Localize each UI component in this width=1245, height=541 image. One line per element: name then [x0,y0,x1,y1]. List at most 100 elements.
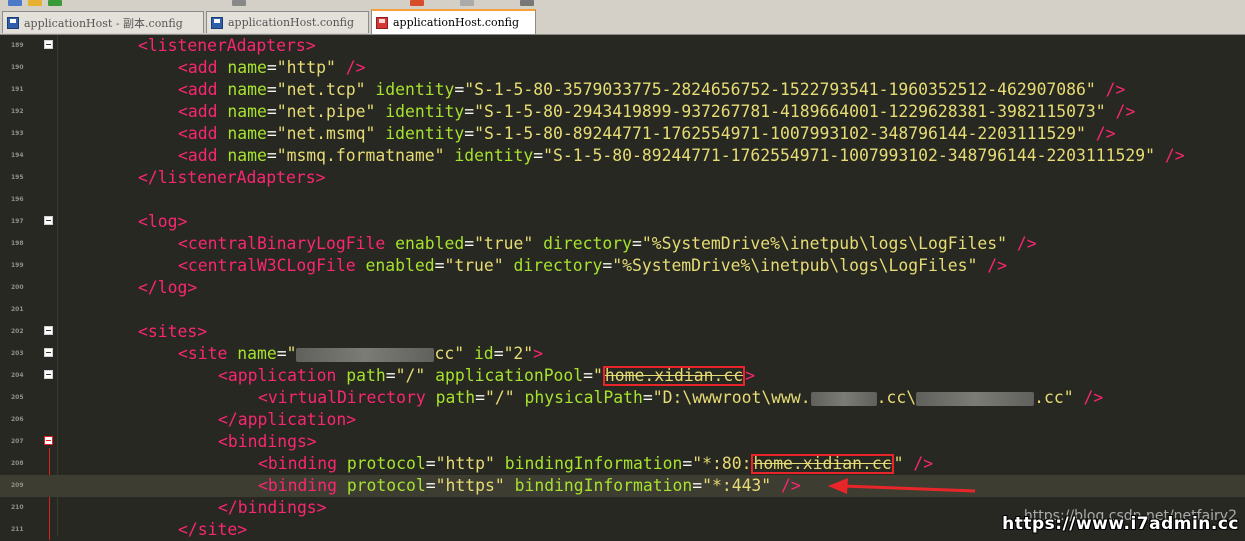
toolbar-button-icon[interactable] [48,0,62,6]
code-text: </site> [178,519,247,541]
xml-tag: <bindings> [218,432,317,451]
xml-attribute-name: name [227,80,267,99]
xml-punctuation: = [385,366,396,385]
xml-punctuation: = [464,124,475,143]
tab-applicationhost[interactable]: applicationHost.config [206,11,369,33]
tab-applicationhost-active[interactable]: applicationHost.config [371,9,536,34]
xml-punctuation [464,344,474,363]
xml-tag: <application [218,366,347,385]
struck-out-value: home.xidian.cc [604,365,744,385]
xml-punctuation [375,124,385,143]
code-text: <log> [138,211,187,233]
line-number: 198 [11,240,24,247]
code-line[interactable]: 203 <site name=" cc" id="2"> [0,343,1245,365]
code-line[interactable]: 198 <centralBinaryLogFile enabled="true" … [0,233,1245,255]
line-number: 196 [11,196,24,203]
xml-punctuation: = [692,476,703,495]
fold-toggle-icon[interactable] [44,326,53,335]
xml-tag: <centralBinaryLogFile [178,234,396,253]
xml-attribute-value: "*:443" [702,476,772,495]
red-arrow-annotation [828,478,976,494]
xml-attribute-value: "https" [435,476,505,495]
code-line[interactable]: 197 <log> [0,211,1245,233]
xml-tag: /> [335,58,366,77]
xml-attribute-value: " [286,344,297,363]
code-text: <sites> [138,321,207,343]
fold-toggle-icon[interactable] [44,436,53,445]
xml-attribute-value: "true" [444,256,504,275]
xml-punctuation [504,256,514,275]
xml-tag: <add [178,102,228,121]
code-line[interactable]: 196 [0,189,1245,211]
code-line[interactable]: 206 </application> [0,409,1245,431]
code-line[interactable]: 208 <binding protocol="http" bindingInfor… [0,453,1245,475]
xml-tag: <add [178,80,228,99]
xml-attribute-name: directory [513,256,603,275]
toolbar-button-icon[interactable] [460,0,474,6]
fold-toggle-icon[interactable] [44,216,53,225]
code-line[interactable]: 209 <binding protocol="https" bindingInfo… [0,475,1245,497]
tab-bar: applicationHost - 副本.config applicationH… [0,8,1245,35]
code-text: <add name="net.pipe" identity="S-1-5-80-… [178,101,1135,123]
line-number: 192 [11,108,24,115]
xml-attribute-name: enabled [365,256,435,275]
code-text: </log> [138,277,197,299]
save-icon [7,16,19,29]
line-number: 194 [11,152,24,159]
xml-attribute-name: identity [385,124,465,143]
xml-attribute-value: "2" [503,344,534,363]
code-line[interactable]: 192 <add name="net.pipe" identity="S-1-5-… [0,101,1245,123]
fold-toggle-icon[interactable] [44,348,53,357]
line-number: 189 [11,42,24,49]
code-line[interactable]: 204 <application path="/" applicationPool… [0,365,1245,387]
code-line[interactable]: 201 [0,299,1245,321]
xml-attribute-name: protocol [346,476,426,495]
code-text: <listenerAdapters> [138,35,316,57]
xml-punctuation: = [266,80,277,99]
xml-punctuation: = [464,102,475,121]
code-text: <centralW3CLogFile enabled="true" direct… [178,255,1007,277]
xml-punctuation [366,80,376,99]
xml-punctuation [425,366,435,385]
xml-punctuation: = [602,256,613,275]
xml-tag: <add [178,124,228,143]
xml-attribute-value: "http" [276,58,336,77]
xml-attribute-value: "msmq.formatname" [276,146,445,165]
fold-toggle-icon[interactable] [44,370,53,379]
toolbar-button-icon[interactable] [28,0,42,6]
code-line[interactable]: 193 <add name="net.msmq" identity="S-1-5-… [0,123,1245,145]
code-text: </bindings> [218,497,327,519]
toolbar-button-icon[interactable] [8,0,22,6]
highlighted-redaction: home.xidian.cc [602,365,746,386]
code-line[interactable]: 191 <add name="net.tcp" identity="S-1-5-8… [0,79,1245,101]
code-line[interactable]: 199 <centralW3CLogFile enabled="true" dir… [0,255,1245,277]
tab-applicationhost-copy[interactable]: applicationHost - 副本.config [2,11,204,33]
code-editor[interactable]: 189 <listenerAdapters> 190 <add name="http"… [0,35,1245,540]
xml-attribute-value: "%SystemDrive%\inetpub\logs\LogFiles" [641,234,1007,253]
line-number: 195 [11,174,24,181]
code-text: <virtualDirectory path="/" physicalPath=… [258,387,1103,409]
code-line[interactable]: 205 <virtualDirectory path="/" physicalPa… [0,387,1245,409]
code-line[interactable]: 200 </log> [0,277,1245,299]
code-text: <add name="net.tcp" identity="S-1-5-80-3… [178,79,1125,101]
xml-punctuation: = [266,58,277,77]
fold-toggle-icon[interactable] [44,40,53,49]
xml-attribute-value: "http" [435,454,495,473]
xml-tag: </log> [138,278,198,297]
code-line[interactable]: 202 <sites> [0,321,1245,343]
xml-punctuation: = [276,344,287,363]
toolbar-button-icon[interactable] [410,0,424,6]
code-line[interactable]: 189 <listenerAdapters> [0,35,1245,57]
code-line[interactable]: 195 </listenerAdapters> [0,167,1245,189]
toolbar-button-icon[interactable] [520,0,534,6]
xml-punctuation [375,102,385,121]
xml-tag: <add [178,58,228,77]
code-line[interactable]: 190 <add name="http" /> [0,57,1245,79]
toolbar-button-icon[interactable] [232,0,246,6]
xml-tag: /> [977,256,1007,275]
xml-tag: > [533,344,544,363]
redacted-text [916,391,1035,406]
xml-tag: <virtualDirectory [258,388,436,407]
code-line[interactable]: 194 <add name="msmq.formatname" identity=… [0,145,1245,167]
code-line[interactable]: 207 <bindings> [0,431,1245,453]
